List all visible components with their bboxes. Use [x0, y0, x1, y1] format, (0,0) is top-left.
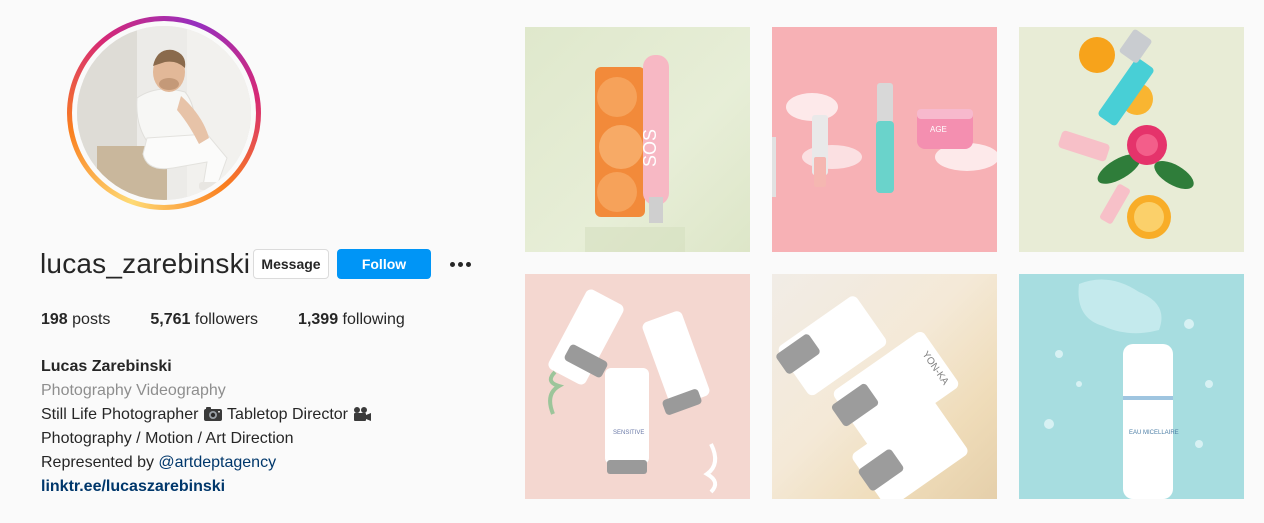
profile-username: lucas_zarebinski: [40, 248, 251, 279]
bio-line-3-prefix: Represented by: [41, 454, 154, 471]
more-dot: [465, 261, 471, 267]
avatar[interactable]: [77, 26, 251, 200]
following-count: 1,399: [298, 311, 339, 328]
post-tile-5[interactable]: YON-KA: [772, 274, 997, 499]
bio-category: Photography Videography: [41, 382, 226, 399]
following-label: following: [342, 311, 405, 328]
followers-stat[interactable]: 5,761 followers: [150, 311, 258, 329]
message-button[interactable]: Message: [253, 249, 329, 279]
post-tile-4[interactable]: SENSITIVE: [525, 274, 750, 499]
profile-stats: 198 posts 5,761 followers 1,399 followin…: [41, 311, 405, 329]
post-tile-3[interactable]: [1019, 27, 1244, 252]
post-2-product-text: AGE: [930, 125, 947, 134]
post-image-5: YON-KA: [776, 296, 968, 499]
post-4-product-text: SENSITIVE: [613, 430, 644, 436]
movie-camera-icon: [354, 407, 372, 421]
profile-avatar-story-ring[interactable]: [67, 16, 261, 210]
camera-icon: [203, 407, 222, 421]
more-dot: [457, 261, 463, 267]
posts-stat: 198 posts: [41, 311, 110, 329]
post-6-product-text: EAU MICELLAIRE: [1129, 430, 1179, 436]
bio-website: linktr.ee/lucaszarebinski: [41, 475, 372, 499]
post-tile-6[interactable]: EAU MICELLAIRE: [1019, 274, 1244, 499]
post-image-3: [1058, 29, 1194, 239]
profile-bio: Lucas Zarebinski Photography Videography…: [41, 355, 372, 499]
avatar-ring-gap: [72, 21, 256, 205]
mention-link[interactable]: @artdeptagency: [158, 454, 276, 471]
post-tile-2[interactable]: AGE: [772, 27, 997, 252]
post-image-2: AGE: [772, 83, 997, 197]
avatar-photo: [77, 26, 251, 200]
followers-label: followers: [194, 311, 259, 328]
bio-name: Lucas Zarebinski: [41, 358, 172, 375]
more-dot: [449, 261, 455, 267]
follow-button[interactable]: Follow: [337, 249, 431, 279]
bio-line-1-a: Still Life Photographer: [41, 406, 199, 423]
post-image-1: SOS: [585, 55, 685, 252]
bio-line-1: Still Life Photographer Tabletop Directo…: [41, 403, 372, 427]
website-link[interactable]: linktr.ee/lucaszarebinski: [41, 478, 225, 495]
bio-line-2: Photography / Motion / Art Direction: [41, 430, 294, 447]
post-tile-1[interactable]: SOS: [525, 27, 750, 252]
more-options-icon[interactable]: [447, 252, 473, 276]
post-1-product-text: SOS: [640, 129, 660, 167]
followers-count: 5,761: [150, 311, 191, 328]
bio-line-3: Represented by @artdeptagency: [41, 451, 372, 475]
post-image-6: EAU MICELLAIRE: [1044, 279, 1213, 499]
post-image-4: SENSITIVE: [548, 289, 718, 494]
posts-label: posts: [72, 311, 111, 328]
bio-line-1-b: Tabletop Director: [227, 406, 348, 423]
posts-count: 198: [41, 311, 68, 328]
following-stat[interactable]: 1,399 following: [298, 311, 405, 329]
